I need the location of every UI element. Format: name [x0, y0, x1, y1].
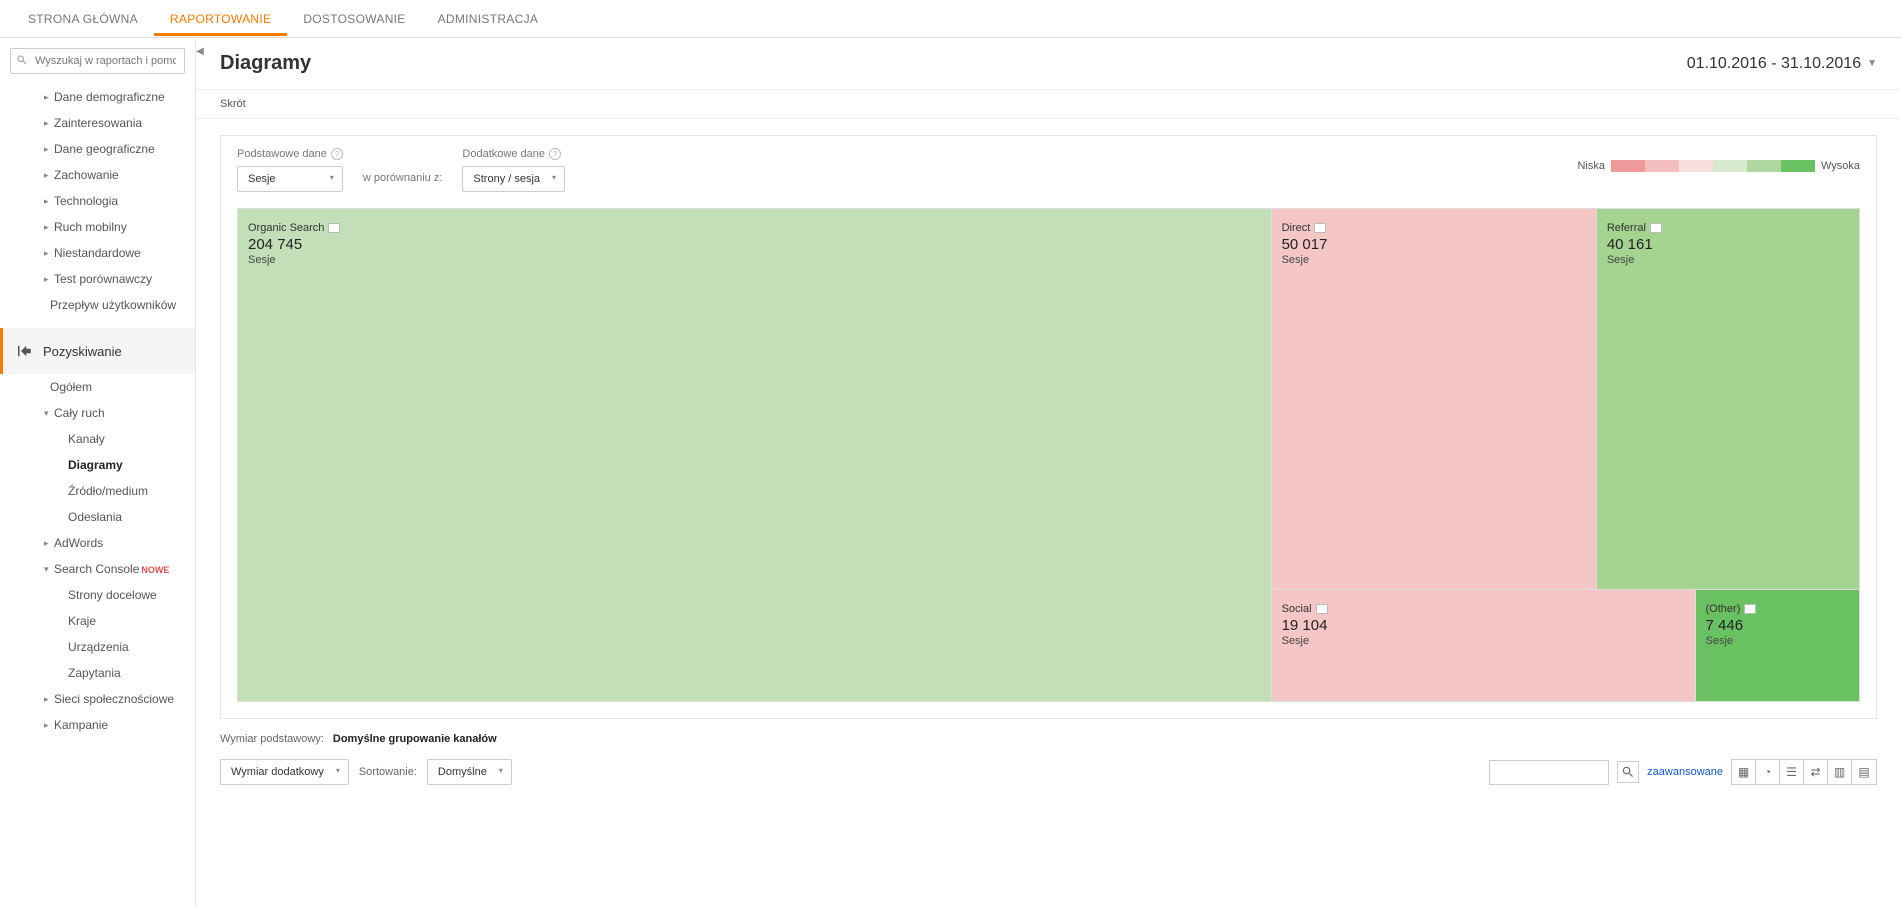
nav-reporting[interactable]: RAPORTOWANIE [154, 2, 287, 36]
sidebar-item-overview[interactable]: Ogółem [0, 374, 195, 400]
sidebar-item-demographics[interactable]: Dane demograficzne [0, 84, 195, 110]
filter-input[interactable] [1489, 760, 1609, 785]
page-title: Diagramy [220, 52, 311, 75]
sort-dropdown[interactable]: Domyślne [427, 759, 512, 785]
primary-dimension-value[interactable]: Domyślne grupowanie kanałów [333, 733, 497, 745]
secondary-metric-dropdown[interactable]: Strony / sesja [462, 166, 565, 192]
treemap-cell-direct[interactable]: Direct 50 017 Sesje [1272, 209, 1596, 589]
sidebar-item-landing-pages[interactable]: Strony docelowe [0, 582, 195, 608]
view-pivot-icon[interactable]: ▥ [1828, 760, 1852, 784]
cell-checkbox[interactable] [1316, 604, 1328, 614]
sidebar-item-custom[interactable]: Niestandardowe [0, 240, 195, 266]
treemap-chart: Organic Search 204 745 Sesje Direct 50 0… [237, 208, 1860, 702]
sidebar-item-campaigns[interactable]: Kampanie [0, 712, 195, 738]
chevron-down-icon: ▼ [1867, 58, 1877, 69]
sidebar-item-technology[interactable]: Technologia [0, 188, 195, 214]
secondary-metric-label: Dodatkowe dane ? [462, 148, 565, 160]
color-legend: Niska Wysoka [1577, 160, 1860, 180]
top-navigation: STRONA GŁÓWNA RAPORTOWANIE DOSTOSOWANIE … [0, 0, 1901, 38]
cell-checkbox[interactable] [1314, 223, 1326, 233]
sidebar-item-channels[interactable]: Kanały [0, 426, 195, 452]
sidebar-item-userflow[interactable]: Przepływ użytkowników [0, 292, 195, 318]
search-input[interactable] [10, 48, 185, 74]
sidebar-item-source-medium[interactable]: Źródło/medium [0, 478, 195, 504]
view-compare-icon[interactable]: ⇄ [1804, 760, 1828, 784]
treemap-cell-social[interactable]: Social 19 104 Sesje [1272, 590, 1695, 701]
sidebar-item-referrals[interactable]: Odesłania [0, 504, 195, 530]
search-button[interactable] [1617, 761, 1639, 783]
help-icon[interactable]: ? [549, 148, 561, 160]
sidebar-section-acquisition[interactable]: Pozyskiwanie [0, 328, 195, 374]
sidebar-item-search-console[interactable]: Search ConsoleNOWE [0, 556, 195, 582]
metric-controls: Podstawowe dane ? Sesje w porównaniu z: … [220, 135, 1877, 192]
nav-admin[interactable]: ADMINISTRACJA [422, 2, 555, 36]
primary-metric-label: Podstawowe dane ? [237, 148, 343, 160]
sidebar-item-queries[interactable]: Zapytania [0, 660, 195, 686]
primary-metric-dropdown[interactable]: Sesje [237, 166, 343, 192]
treemap-cell-referral[interactable]: Referral 40 161 Sesje [1597, 209, 1859, 589]
cell-checkbox[interactable] [1744, 604, 1756, 614]
view-pie-icon[interactable]: ◔ [1756, 760, 1780, 784]
main-content: Diagramy 01.10.2016 - 31.10.2016▼ Skrót … [196, 38, 1901, 907]
nav-customization[interactable]: DOSTOSOWANIE [287, 2, 421, 36]
sidebar-item-social[interactable]: Sieci społecznościowe [0, 686, 195, 712]
search-icon [16, 54, 28, 66]
shortcut-label[interactable]: Skrót [196, 90, 1901, 119]
sidebar-item-benchmark[interactable]: Test porównawczy [0, 266, 195, 292]
nav-home[interactable]: STRONA GŁÓWNA [12, 2, 154, 36]
sidebar-item-all-traffic[interactable]: Cały ruch [0, 400, 195, 426]
acquisition-icon [15, 342, 33, 360]
view-table-icon[interactable]: ▦ [1732, 760, 1756, 784]
sidebar-collapse-handle[interactable]: ◀ [195, 46, 205, 57]
cell-checkbox[interactable] [328, 223, 340, 233]
treemap-cell-other[interactable]: (Other) 7 446 Sesje [1696, 590, 1859, 701]
new-badge: NOWE [141, 565, 169, 575]
secondary-dimension-dropdown[interactable]: Wymiar dodatkowy [220, 759, 349, 785]
treemap-cell-organic-search[interactable]: Organic Search 204 745 Sesje [238, 209, 1271, 701]
sort-label: Sortowanie: [359, 766, 417, 778]
sidebar-item-mobile[interactable]: Ruch mobilny [0, 214, 195, 240]
sidebar-item-devices[interactable]: Urządzenia [0, 634, 195, 660]
cell-checkbox[interactable] [1650, 223, 1662, 233]
sidebar-item-treemaps[interactable]: Diagramy [0, 452, 195, 478]
sidebar: ◀ Dane demograficzne Zainteresowania Dan… [0, 38, 196, 907]
view-term-icon[interactable]: ▤ [1852, 760, 1876, 784]
sidebar-item-geo[interactable]: Dane geograficzne [0, 136, 195, 162]
advanced-link[interactable]: zaawansowane [1647, 766, 1723, 778]
sidebar-item-adwords[interactable]: AdWords [0, 530, 195, 556]
view-mode-buttons: ▦ ◔ ☰ ⇄ ▥ ▤ [1731, 759, 1877, 785]
primary-dimension-row: Wymiar podstawowy: Domyślne grupowanie k… [220, 719, 1877, 753]
sidebar-item-behavior[interactable]: Zachowanie [0, 162, 195, 188]
help-icon[interactable]: ? [331, 148, 343, 160]
view-bar-icon[interactable]: ☰ [1780, 760, 1804, 784]
search-icon [1621, 765, 1635, 779]
compare-label: w porównaniu z: [363, 172, 443, 192]
sidebar-item-interests[interactable]: Zainteresowania [0, 110, 195, 136]
date-range-picker[interactable]: 01.10.2016 - 31.10.2016▼ [1687, 55, 1877, 73]
sidebar-item-countries[interactable]: Kraje [0, 608, 195, 634]
